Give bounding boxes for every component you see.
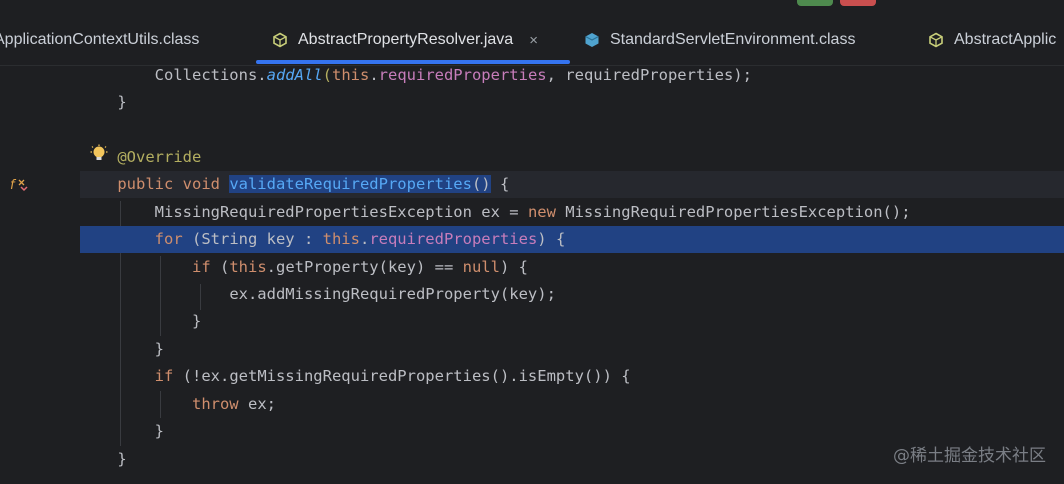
editor-gutter [0,66,80,484]
override-method-icon[interactable]: f [10,176,28,196]
tab-application-context-utils[interactable]: ApplicationContextUtils.class [0,18,199,62]
code-editor[interactable]: f Collections.addAll(this.requiredProper… [0,66,1064,484]
tab-standard-servlet-environment[interactable]: StandardServletEnvironment.class [584,18,855,62]
editor-tab-bar: ApplicationContextUtils.class AbstractPr… [0,0,1064,66]
code-line: throw ex; [191,395,276,413]
watermark: @稀土掘金技术社区 [893,446,1046,466]
code-line: ex.addMissingRequiredProperty(key); [229,285,556,303]
abstract-class-icon [272,32,288,48]
close-icon[interactable]: × [529,32,538,49]
code-line: Collections.addAll(this.requiredProperti… [154,66,752,84]
code-line: } [154,340,164,358]
tab-label: AbstractApplic [954,31,1057,48]
code-line: if (this.getProperty(key) == null) { [191,258,528,276]
tab-label: AbstractPropertyResolver.java [298,31,514,48]
stop-button[interactable] [840,0,876,6]
abstract-class-icon [928,32,944,48]
tab-label: StandardServletEnvironment.class [610,31,856,48]
tab-abstract-applic[interactable]: AbstractApplic [928,18,1056,62]
run-button[interactable] [797,0,833,6]
code-line: if (!ex.getMissingRequiredProperties().i… [154,367,631,385]
code-line: for (String key : this.requiredPropertie… [80,226,1064,253]
code-line: MissingRequiredPropertiesException ex = … [154,203,911,221]
tab-abstract-property-resolver[interactable]: AbstractPropertyResolver.java × [272,18,538,62]
code-line: @Override [117,148,202,166]
svg-text:f: f [10,178,17,192]
code-line: public void validateRequiredProperties()… [80,171,1064,198]
class-file-icon [584,32,600,48]
tab-label: ApplicationContextUtils.class [0,31,200,48]
code-line: } [117,93,127,111]
code-line: } [191,312,202,330]
